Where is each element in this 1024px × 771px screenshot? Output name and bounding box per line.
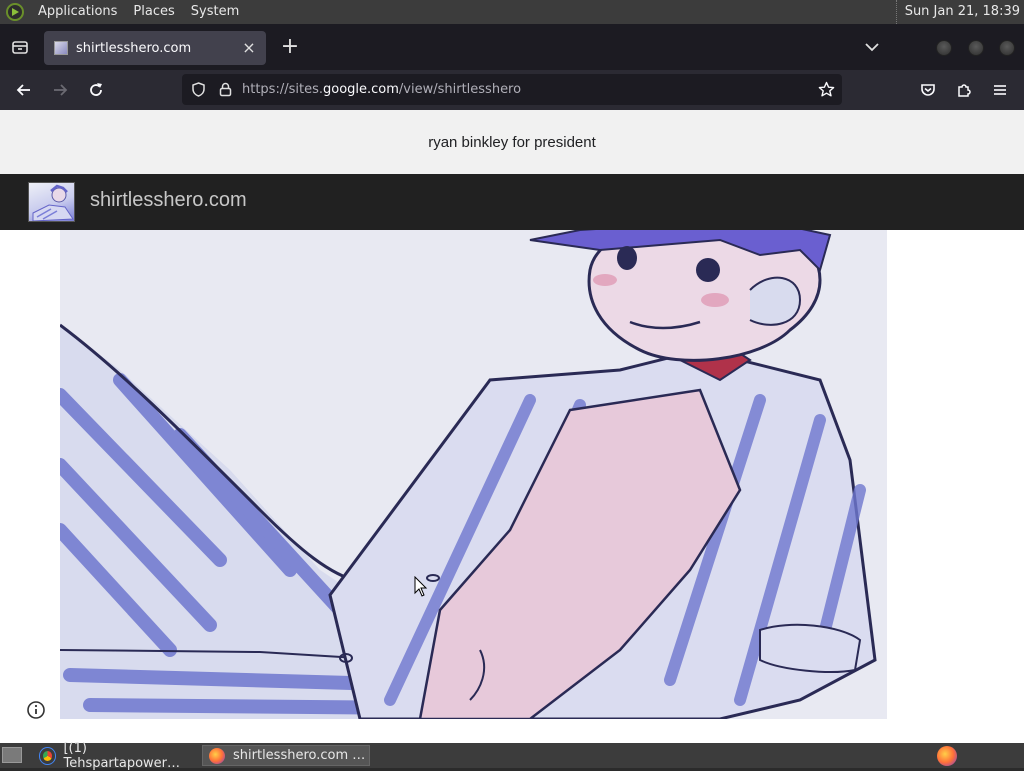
firefox-view-icon (12, 41, 28, 54)
task-firefox[interactable]: shirtlesshero.com … (202, 745, 370, 766)
lock-icon[interactable] (217, 81, 234, 98)
list-all-tabs-button[interactable] (862, 37, 882, 57)
arrow-right-icon (54, 84, 68, 96)
url-text[interactable]: https://sites.google.com/view/shirtlessh… (242, 82, 521, 97)
top-panel: Applications Places System Sun Jan 21, 1… (0, 0, 1024, 24)
panel-clock[interactable]: Sun Jan 21, 18:39 (895, 0, 1020, 24)
site-favicon-icon (54, 41, 68, 55)
minimize-window-button[interactable] (936, 40, 952, 56)
pocket-button[interactable] (916, 78, 940, 102)
close-tab-icon[interactable]: × (240, 39, 258, 57)
reload-icon (90, 83, 102, 96)
task-chrome[interactable]: [(1) Tehspartapower… (34, 741, 200, 771)
announcement-text: ryan binkley for president (428, 133, 596, 151)
menu-places[interactable]: Places (125, 0, 182, 24)
hero-illustration (60, 230, 887, 719)
mouse-cursor-icon (414, 576, 428, 597)
announcement-banner: ryan binkley for president (0, 110, 1024, 174)
tray-firefox-icon[interactable] (937, 746, 957, 766)
tab-strip: shirtlesshero.com × + (0, 24, 1024, 70)
star-icon[interactable] (818, 81, 835, 98)
url-prefix: https://sites. (242, 82, 323, 97)
reload-button[interactable] (84, 78, 108, 102)
taskbar: [(1) Tehspartapower… shirtlesshero.com … (0, 741, 1024, 771)
hamburger-menu-icon (994, 85, 1006, 95)
firefox-view-button[interactable] (0, 24, 40, 70)
url-domain: google.com (322, 82, 399, 97)
maximize-window-button[interactable] (968, 40, 984, 56)
applications-logo-icon[interactable] (6, 3, 24, 21)
forward-button[interactable] (48, 78, 72, 102)
panel-menu: Applications Places System (0, 0, 247, 24)
tab-shirtlesshero[interactable]: shirtlesshero.com × (44, 31, 266, 65)
pocket-icon (921, 84, 935, 96)
chrome-icon (38, 746, 57, 765)
url-path: /view/shirtlesshero (398, 82, 522, 97)
back-button[interactable] (12, 78, 36, 102)
menu-applications[interactable]: Applications (30, 0, 125, 24)
site-title[interactable]: shirtlesshero.com (90, 189, 247, 212)
site-header: shirtlesshero.com (0, 174, 1024, 230)
shield-icon[interactable] (190, 81, 207, 98)
app-menu-button[interactable] (988, 78, 1012, 102)
menu-system[interactable]: System (183, 0, 247, 24)
show-desktop-button[interactable] (2, 747, 22, 763)
task-label: [(1) Tehspartapower… (63, 740, 181, 771)
info-icon (27, 701, 45, 719)
puzzle-icon (958, 84, 971, 97)
tab-title: shirtlesshero.com (76, 40, 192, 56)
site-info-button[interactable] (26, 700, 46, 720)
chevron-down-icon (865, 43, 879, 52)
navigation-bar: https://sites.google.com/view/shirtlessh… (0, 70, 1024, 110)
logo-illustration (32, 184, 74, 221)
site-logo[interactable] (28, 182, 75, 222)
task-label: shirtlesshero.com … (233, 748, 366, 763)
url-bar[interactable]: https://sites.google.com/view/shirtlessh… (182, 74, 842, 105)
firefox-icon (209, 747, 225, 764)
new-tab-button[interactable]: + (278, 36, 302, 60)
close-window-button[interactable] (999, 40, 1015, 56)
arrow-left-icon (16, 84, 30, 96)
hero-image (60, 230, 887, 719)
extensions-button[interactable] (952, 78, 976, 102)
web-page: ryan binkley for president shirtlesshero… (0, 110, 1024, 743)
